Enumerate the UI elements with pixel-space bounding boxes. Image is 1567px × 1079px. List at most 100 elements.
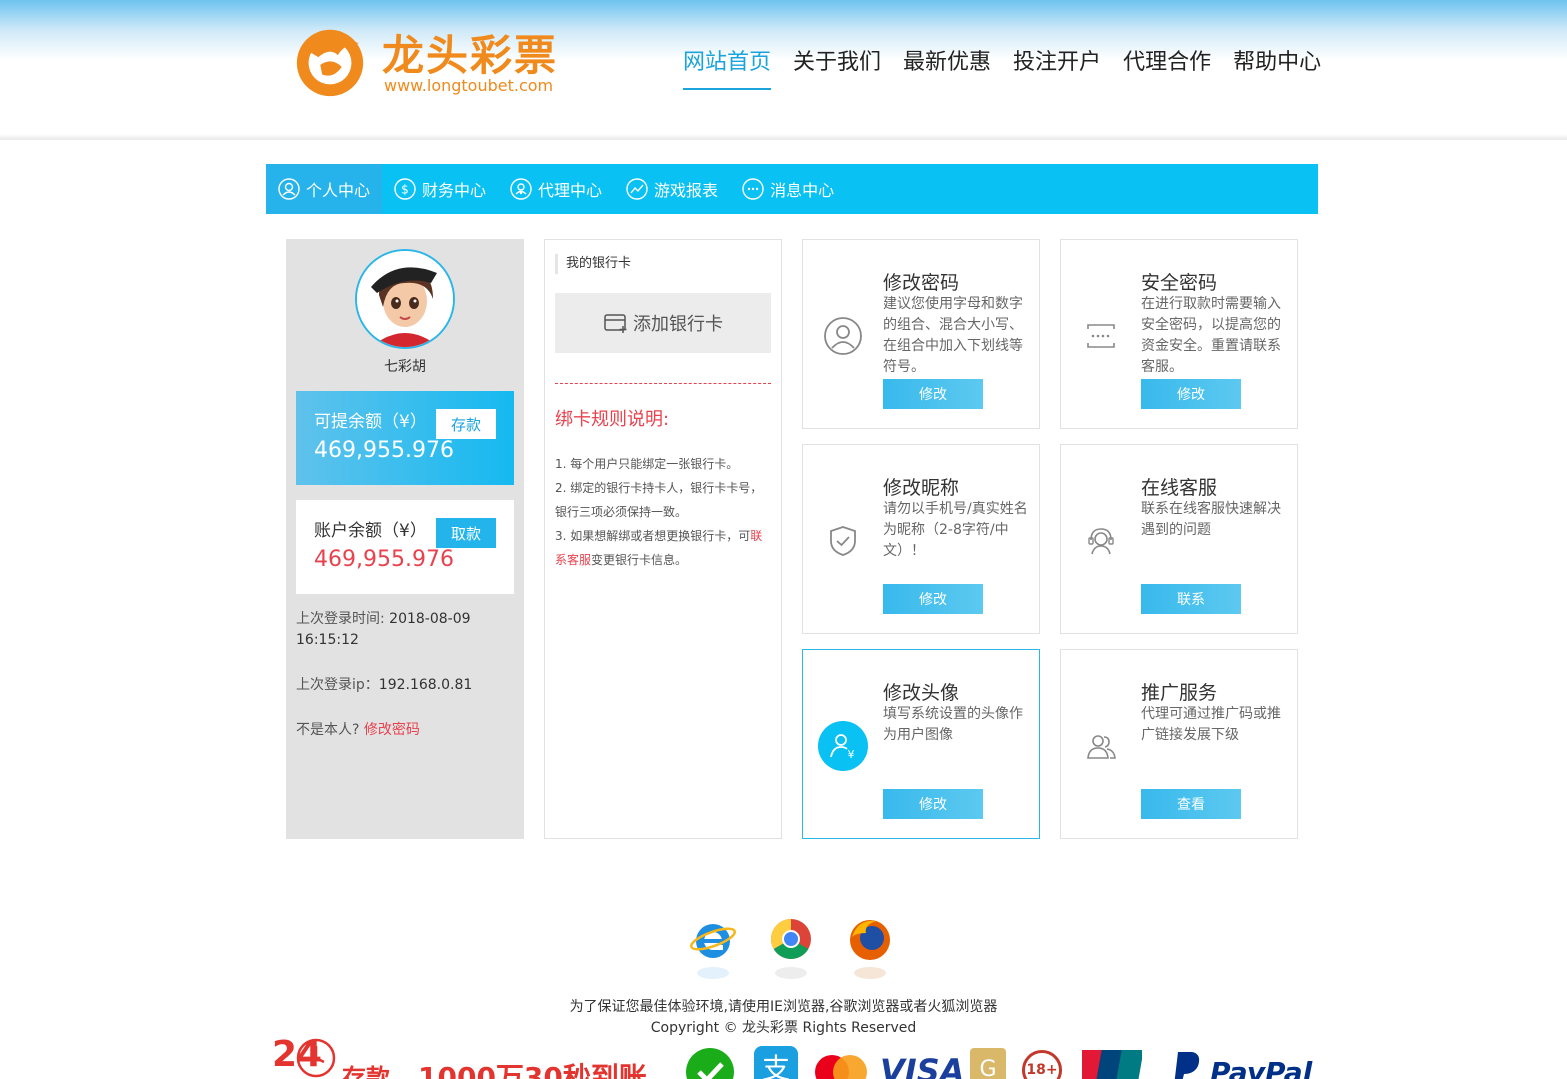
dragon-logo-icon [296,29,364,97]
card-security-password: 安全密码 在进行取款时需要输入安全密码，以提高您的资金安全。重置请联系客服。 修… [1060,239,1298,429]
users-icon [1077,722,1125,770]
card-online-support: 在线客服 联系在线客服快速解决遇到的问题 联系 [1060,444,1298,634]
unionpay-icon [1082,1050,1142,1079]
last-login-ip: 上次登录ip：192.168.0.81 [296,675,516,696]
promo-fast-arrival: 1000万30秒到账 [418,1061,647,1079]
change-avatar-button[interactable]: 修改 [883,789,983,819]
last-login-time: 上次登录时间: 2018-08-09 16:15:12 [296,609,516,651]
shield-check-icon [819,517,867,565]
promo-24: 24 [272,1034,323,1075]
contact-support-button[interactable]: 联系 [1141,584,1241,614]
view-promotion-button[interactable]: 查看 [1141,789,1241,819]
last-login-ip-label: 上次登录ip： [296,677,379,693]
nav-home[interactable]: 网站首页 [683,44,772,90]
rules-list: 1. 每个用户只能绑定一张银行卡。 2. 绑定的银行卡持卡人，银行卡卡号，银行三… [555,452,771,572]
paypal-p-icon [1174,1052,1200,1079]
card-change-nickname: 修改昵称 请勿以手机号/真实姓名为昵称（2-8字符/中文）！ 修改 [802,444,1040,634]
account-balance-value: 469,955.976 [314,547,454,572]
avatar-edit-icon: ¥ [818,721,868,771]
deposit-button[interactable]: 存款 [436,409,496,439]
nav-help[interactable]: 帮助中心 [1233,44,1321,90]
add-bank-card-label: 添加银行卡 [633,314,723,335]
avatar[interactable] [355,249,455,349]
brand-logo[interactable]: 龙头彩票 www.longtoubet.com [290,20,580,104]
not-me-text: 不是本人? [296,722,360,738]
withdrawable-balance-card: 可提余额（¥） 469,955.976 存款 [296,391,514,485]
user-circle-icon [278,178,300,200]
card-title: 修改头像 [883,682,960,704]
tab-label: 财务中心 [422,181,487,200]
withdrawable-value: 469,955.976 [314,438,454,463]
change-password-link[interactable]: 修改密码 [364,722,420,738]
add-bank-card-button[interactable]: 添加银行卡 [555,293,771,353]
promo-deposit: 存款 [342,1064,390,1079]
card-desc: 在进行取款时需要输入安全密码，以提高您的资金安全。重置请联系客服。 [1141,296,1281,375]
promo-24h: 24 [270,1034,340,1079]
bank-card-panel: 我的银行卡 添加银行卡 绑卡规则说明: 1. 每个用户只能绑定一张银行卡。 2.… [544,239,782,839]
rule-3-prefix: 3. 如果想解绑或者想更换银行卡，可 [555,529,751,543]
profile-panel: 七彩胡 可提余额（¥） 469,955.976 存款 账户余额（¥） 469,9… [286,239,524,839]
user-icon [819,312,867,360]
nav-open-account[interactable]: 投注开户 [1013,44,1101,90]
svg-text:G: G [979,1057,996,1079]
dollar-circle-icon: $ [394,178,416,200]
svg-text:$: $ [401,183,409,197]
card-title: 推广服务 [1141,682,1218,704]
svg-text:支: 支 [762,1052,790,1079]
rule-2: 2. 绑定的银行卡持卡人，银行卡卡号，银行三项必须保持一致。 [555,481,763,519]
change-nickname-button[interactable]: 修改 [883,584,983,614]
headset-icon [1077,517,1125,565]
payment-logos-strip: 24 存款 1000万30秒到账 支 VISA G 18+ PayPal [266,1034,1326,1079]
tab-message-center[interactable]: 消息中心 [730,164,846,214]
card-desc: 请勿以手机号/真实姓名为昵称（2-8字符/中文）！ [883,501,1028,559]
card-title: 在线客服 [1141,477,1218,499]
card-change-avatar: ¥ 修改头像 填写系统设置的头像作为用户图像 修改 [802,649,1040,839]
mastercard-icon [815,1055,867,1079]
nav-promotions[interactable]: 最新优惠 [903,44,991,90]
message-circle-icon [742,178,764,200]
card-desc: 填写系统设置的头像作为用户图像 [883,706,1023,743]
not-me-row: 不是本人? 修改密码 [296,720,516,741]
nav-about[interactable]: 关于我们 [793,44,881,90]
ie-browser-icon[interactable] [689,924,737,979]
card-desc: 联系在线客服快速解决遇到的问题 [1141,501,1281,538]
divider [555,383,771,384]
rule-1: 1. 每个用户只能绑定一张银行卡。 [555,457,739,471]
last-login-ip-value: 192.168.0.81 [378,677,473,693]
card-desc: 代理可通过推广码或推广链接发展下级 [1141,706,1281,743]
firefox-browser-icon[interactable] [850,920,890,979]
tab-agent-center[interactable]: 代理中心 [498,164,614,214]
card-promotion-service: 推广服务 代理可通过推广码或推广链接发展下级 查看 [1060,649,1298,839]
rule-3: 3. 如果想解绑或者想更换银行卡，可联系客服变更银行卡信息。 [555,524,771,572]
withdraw-button[interactable]: 取款 [436,518,496,548]
password-dots-icon [1077,312,1125,360]
paypal-logo: PayPal [1210,1056,1313,1079]
sub-nav: 个人中心 $ 财务中心 代理中心 游戏报表 消息中心 [266,164,1318,214]
browser-icons [688,915,898,985]
change-password-button[interactable]: 修改 [883,379,983,409]
card-desc: 建议您使用字母和数字的组合、混合大小写、在组合中加入下划线等符号。 [883,296,1023,375]
footer-browser-notice: 为了保证您最佳体验环境,请使用IE浏览器,谷歌浏览器或者火狐浏览器 [569,999,998,1015]
tab-label: 代理中心 [538,181,603,200]
nav-agency[interactable]: 代理合作 [1123,44,1211,90]
security-password-button[interactable]: 修改 [1141,379,1241,409]
tab-game-report[interactable]: 游戏报表 [614,164,730,214]
tab-label: 游戏报表 [654,181,719,200]
bank-card-add-icon [604,314,627,333]
tab-finance-center[interactable]: $ 财务中心 [382,164,498,214]
card-title: 修改密码 [883,272,960,294]
wechat-pay-icon [686,1048,734,1079]
card-change-password: 修改密码 建议您使用字母和数字的组合、混合大小写、在组合中加入下划线等符号。 修… [802,239,1040,429]
avatar-image [357,251,453,347]
tab-label: 消息中心 [770,181,835,200]
main-nav: 网站首页 关于我们 最新优惠 投注开户 代理合作 帮助中心 [672,44,1332,90]
chrome-browser-icon[interactable] [771,919,811,979]
age-18-text: 18+ [1026,1062,1058,1078]
tab-personal-center[interactable]: 个人中心 [266,164,383,214]
card-title: 安全密码 [1141,272,1218,294]
bank-card-title: 我的银行卡 [555,254,631,274]
rule-3-suffix: 变更银行卡信息。 [591,553,688,567]
card-title: 修改昵称 [883,477,960,499]
tab-label: 个人中心 [306,181,371,200]
rules-title: 绑卡规则说明: [555,409,670,430]
